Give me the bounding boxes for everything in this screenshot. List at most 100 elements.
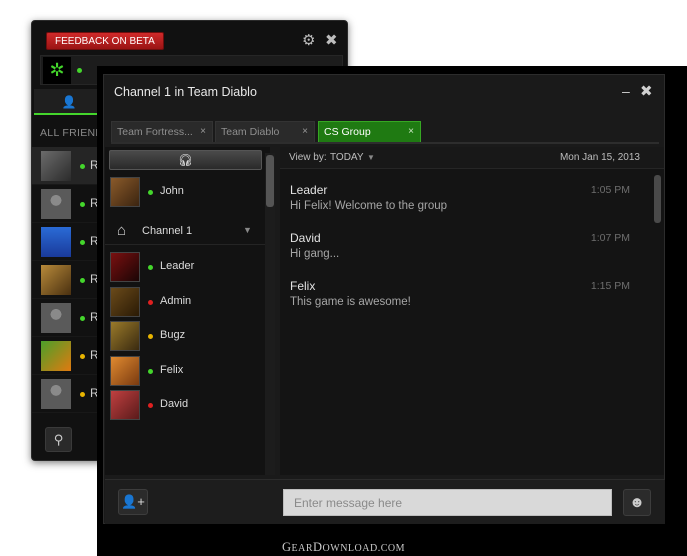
member-name: Bugz	[160, 329, 186, 341]
friends-tab[interactable]: 👤	[34, 89, 104, 115]
member-list-item[interactable]: Leader	[105, 251, 265, 286]
search-icon: ⚲	[53, 432, 64, 447]
avatar	[41, 341, 71, 371]
status-dot	[148, 265, 153, 270]
status-dot	[148, 403, 153, 408]
view-by-dropdown[interactable]: TODAY	[330, 152, 364, 163]
friend-list-item[interactable]: Ra	[32, 185, 105, 223]
friend-list-item[interactable]: Ra	[32, 261, 105, 299]
tab-divider	[111, 142, 659, 144]
close-tab-icon[interactable]: ×	[302, 122, 308, 142]
member-list-item[interactable]: Felix	[105, 355, 265, 390]
view-by-bar: View by: TODAY ▼ Mon Jan 15, 2013	[280, 147, 664, 169]
friend-list-item[interactable]: Ra	[32, 299, 105, 337]
status-dot	[80, 354, 85, 359]
message-text: Hi Felix! Welcome to the group	[290, 200, 448, 212]
search-button[interactable]: ⚲	[45, 427, 72, 452]
chevron-down-icon[interactable]: ▼	[367, 153, 375, 162]
member-list-item[interactable]: Bugz	[105, 320, 265, 355]
chat-message: Leader Hi Felix! Welcome to the group 1:05…	[290, 183, 630, 212]
friend-list-item[interactable]: Ra	[32, 147, 105, 185]
status-dot	[148, 190, 153, 195]
avatar	[41, 303, 71, 333]
chat-message: David Hi gang... 1:07 PM	[290, 231, 630, 260]
tab-label: CS Group	[324, 126, 371, 138]
tab-cs-group[interactable]: CS Group ×	[318, 121, 421, 143]
member-list: Leader Admin Bugz Felix David	[105, 251, 265, 424]
avatar	[110, 286, 140, 317]
tab-team-fortress[interactable]: Team Fortress... ×	[111, 121, 213, 143]
avatar	[41, 151, 71, 181]
status-dot	[148, 299, 153, 305]
voice-headset-button[interactable]: 🎧︎	[109, 150, 262, 170]
status-dot	[148, 368, 153, 374]
chevron-down-icon[interactable]: ▼	[243, 225, 252, 235]
member-panel: 🎧︎ John ⌂ Channel 1 ▼ Leader Admin Bugz Fel…	[105, 147, 270, 475]
minimize-icon[interactable]: –	[622, 83, 630, 99]
speaker-name: John	[160, 185, 184, 197]
feedback-on-beta-button[interactable]: FEEDBACK ON BETA	[46, 32, 164, 50]
watermark: GEARDOWNLOAD.COM	[281, 540, 405, 554]
message-time: 1:05 PM	[590, 184, 630, 196]
status-dot	[80, 278, 85, 283]
smiley-icon: ☻	[629, 494, 645, 511]
member-list-item[interactable]: David	[105, 389, 265, 424]
avatar	[41, 189, 71, 219]
member-name: David	[160, 398, 189, 410]
status-dot	[80, 392, 85, 397]
headset-icon: 🎧︎	[177, 153, 194, 167]
message-author: David	[290, 231, 321, 245]
friend-list-item[interactable]: Ra	[32, 375, 105, 413]
status-dot	[80, 316, 85, 321]
status-dot	[148, 334, 153, 339]
message-text: Hi gang...	[290, 248, 340, 260]
avatar	[110, 177, 140, 207]
member-scrollbar-thumb[interactable]	[266, 155, 274, 207]
online-status-dot	[77, 68, 82, 73]
message-author: Felix	[290, 279, 316, 293]
channel-name: Channel 1	[142, 225, 193, 237]
status-dot	[80, 240, 85, 245]
message-input[interactable]	[283, 489, 612, 516]
member-name: Felix	[160, 363, 184, 376]
add-user-button[interactable]: 👤+	[118, 489, 148, 515]
message-author: Leader	[290, 183, 328, 197]
avatar	[110, 252, 140, 282]
close-tab-icon[interactable]: ×	[200, 122, 206, 142]
status-dot	[80, 164, 85, 169]
avatar	[110, 321, 140, 351]
view-by-label: View by:	[289, 152, 327, 163]
friend-list-item[interactable]: Ra	[32, 223, 105, 261]
user-icon: 👤	[61, 95, 77, 109]
avatar	[41, 227, 71, 257]
add-user-icon: 👤+	[121, 494, 145, 509]
friend-list-item[interactable]: Ra	[32, 337, 105, 375]
tab-team-diablo[interactable]: Team Diablo ×	[215, 121, 315, 143]
message-time: 1:15 PM	[590, 280, 630, 292]
channel-window: Channel 1 in Team Diablo – ✖ Team Fortre…	[103, 74, 665, 524]
channel-selector[interactable]: ⌂ Channel 1 ▼	[105, 217, 265, 245]
current-speaker[interactable]: John	[105, 174, 265, 210]
compose-bar: 👤+ ☻	[105, 479, 665, 524]
message-time: 1:07 PM	[590, 232, 630, 244]
close-icon[interactable]: ✖	[640, 82, 653, 100]
chat-message: Felix This game is awesome! 1:15 PM	[290, 279, 630, 308]
tab-label: Team Fortress...	[117, 126, 193, 138]
member-list-item[interactable]: Admin	[105, 286, 265, 321]
chat-scrollbar-thumb[interactable]	[654, 175, 661, 223]
razer-logo-icon: ✲	[43, 57, 71, 84]
message-text: This game is awesome!	[290, 296, 411, 308]
avatar	[41, 265, 71, 295]
close-tab-icon[interactable]: ×	[408, 122, 414, 142]
gear-icon[interactable]: ⚙	[302, 31, 315, 49]
channel-window-shadow: Channel 1 in Team Diablo – ✖ Team Fortre…	[97, 66, 687, 556]
status-dot	[80, 202, 85, 207]
close-icon[interactable]: ✖	[325, 31, 338, 49]
chat-panel: View by: TODAY ▼ Mon Jan 15, 2013 Leader…	[280, 147, 664, 475]
chat-date: Mon Jan 15, 2013	[559, 152, 640, 163]
avatar	[41, 379, 71, 409]
emoticon-button[interactable]: ☻	[623, 489, 651, 516]
window-title: Channel 1 in Team Diablo	[114, 85, 257, 99]
member-name: Leader	[160, 260, 195, 272]
avatar	[110, 390, 140, 420]
